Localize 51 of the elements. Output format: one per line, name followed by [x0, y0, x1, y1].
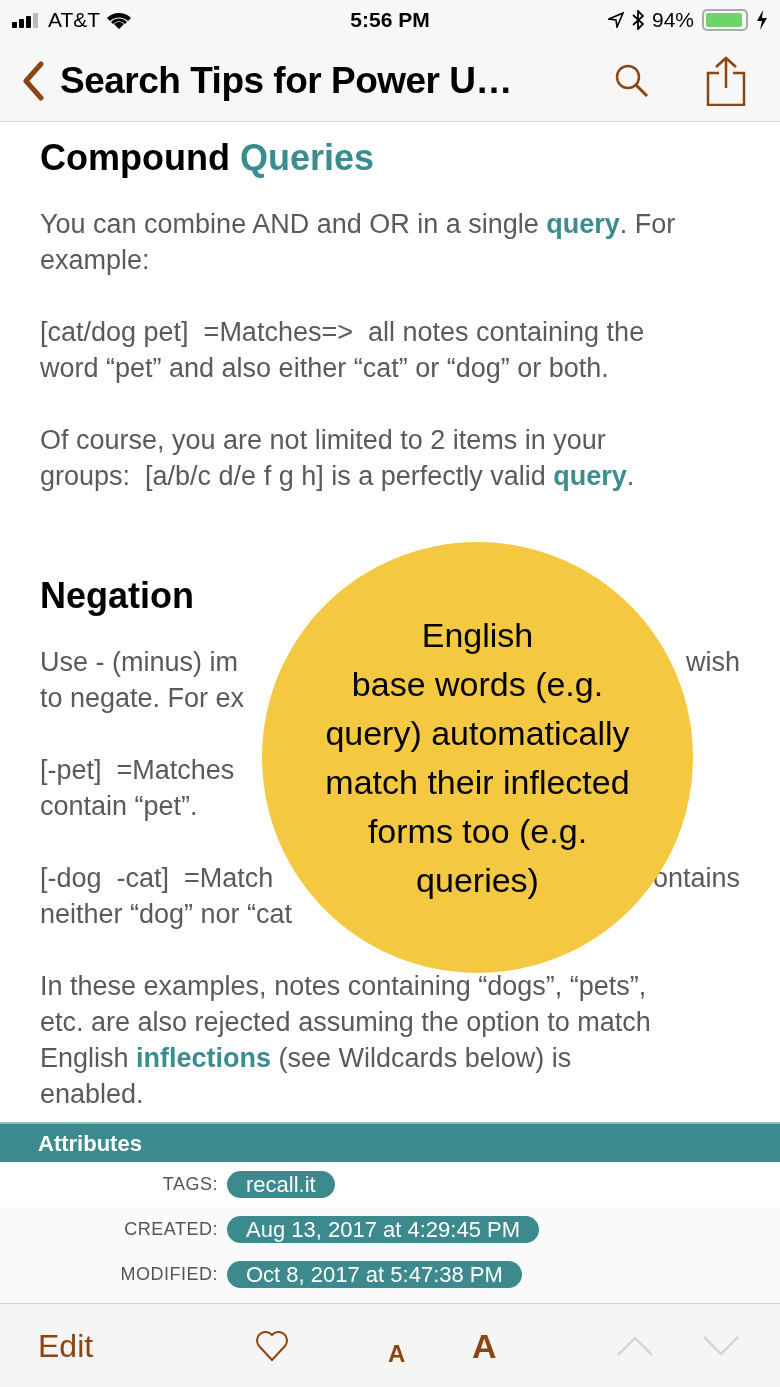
body-text: ontains — [652, 862, 740, 895]
battery-percent: 94% — [651, 7, 694, 34]
attribute-pill: recall.it — [227, 1171, 335, 1198]
bluetooth-icon — [631, 10, 644, 30]
section-heading: Compound Queries — [40, 136, 375, 180]
keyword-link[interactable]: inflections — [136, 1043, 272, 1073]
wifi-icon — [106, 10, 133, 30]
battery-icon — [702, 9, 748, 31]
attribute-label: TAGS: — [161, 1173, 219, 1196]
keyword-link[interactable]: query — [553, 461, 627, 491]
body-text: Of course, you are not limited to 2 items in your — [40, 424, 606, 457]
nav-title: Search Tips for Power U… — [60, 58, 513, 103]
body-text: groups: [a/b/c d/e f g h] is a perfectly valid query. — [40, 460, 635, 493]
increase-font-button[interactable]: A — [472, 1324, 497, 1368]
body-text: Use - (minus) im — [40, 646, 238, 679]
tooltip-text: base words (e.g. — [351, 663, 604, 705]
carrier-name: AT&T — [48, 7, 101, 34]
edit-button[interactable]: Edit — [38, 1324, 94, 1368]
body-text: word “pet” and also either “cat” or “dog” or both. — [40, 352, 609, 385]
body-text: contain “pet”. — [40, 790, 198, 823]
body-text: to negate. For ex — [40, 682, 245, 715]
tooltip-text: query) automatically — [325, 712, 630, 754]
charging-icon — [756, 10, 768, 30]
attribute-label: CREATED: — [123, 1218, 219, 1241]
tooltip-text: forms too (e.g. — [367, 810, 588, 852]
body-text: English inflections (see Wildcards below) is — [40, 1042, 572, 1075]
tooltip-text: English — [421, 614, 534, 656]
search-icon[interactable] — [614, 62, 650, 99]
status-time: 5:56 PM — [349, 7, 431, 34]
body-text: In these examples, notes containing “dogs”, “pets”, — [40, 970, 647, 1003]
body-text: neither “dog” nor “cat — [40, 898, 293, 931]
share-icon[interactable] — [706, 55, 746, 106]
body-text: [cat/dog pet] =Matches=> all notes containing the — [40, 316, 645, 349]
attribute-label: MODIFIED: — [119, 1263, 219, 1286]
attribute-pill: Aug 13, 2017 at 4:29:45 PM — [227, 1216, 539, 1243]
body-text: enabled. — [40, 1078, 144, 1111]
keyword-link[interactable]: Queries — [239, 137, 375, 178]
body-text: [-pet] =Matches — [40, 754, 235, 787]
body-text: example: — [40, 244, 150, 277]
decrease-font-button[interactable]: A — [388, 1332, 406, 1376]
body-text: [-dog -cat] =Match — [40, 862, 274, 895]
section-heading: Negation — [40, 574, 194, 618]
body-text: etc. are also rejected assuming the option to match — [40, 1006, 651, 1039]
location-icon — [607, 12, 624, 28]
attribute-pill: Oct 8, 2017 at 5:47:38 PM — [227, 1261, 522, 1288]
body-text: wish — [686, 646, 740, 679]
tooltip-text: queries) — [416, 859, 539, 901]
attributes-title: Attributes — [38, 1129, 142, 1158]
tooltip-text: match their inflected — [325, 761, 630, 803]
keyword-link[interactable]: query — [546, 209, 620, 239]
body-text: You can combine AND and OR in a single query. For — [40, 208, 676, 241]
